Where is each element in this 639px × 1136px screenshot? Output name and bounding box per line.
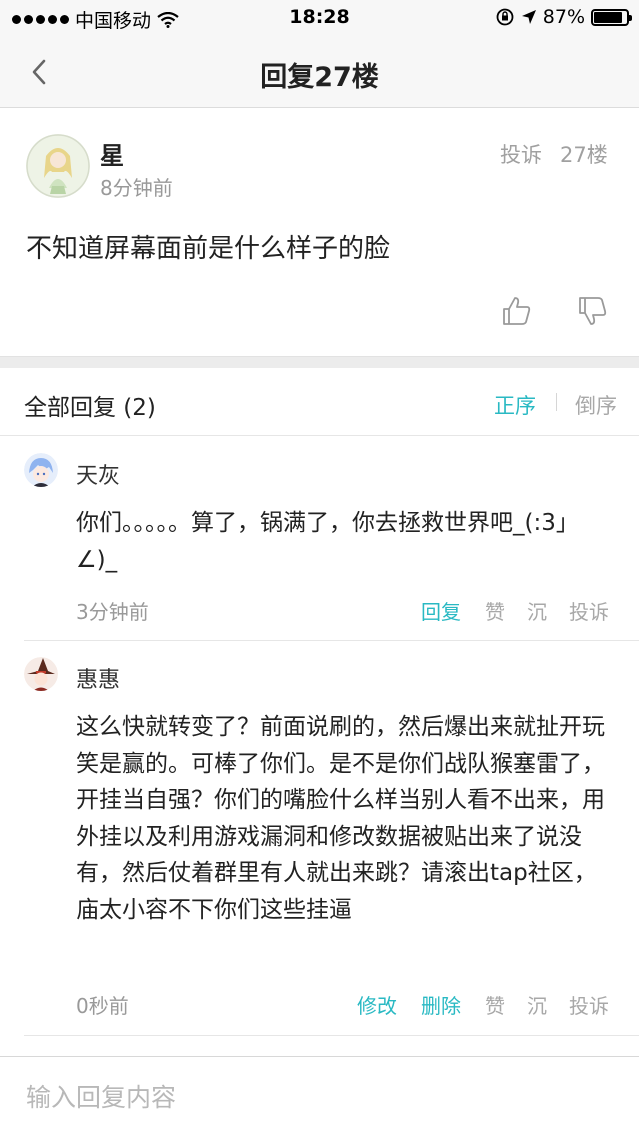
replies-count-title: 全部回复 (2) xyxy=(24,395,156,421)
avatar-image xyxy=(24,453,58,487)
report-button[interactable]: 投诉 xyxy=(500,139,542,169)
dislike-button[interactable] xyxy=(576,294,610,328)
report-button[interactable]: 投诉 xyxy=(569,596,609,625)
battery-fill xyxy=(594,11,622,23)
reply-input-bar xyxy=(0,1056,639,1136)
reply-content: 这么快就转变了？前面说刷的，然后爆出来就扯开玩笑是赢的。可棒了你们。是不是你们战… xyxy=(76,714,605,923)
page-title: 回复27楼 xyxy=(260,62,379,93)
upvote-button[interactable]: 赞 xyxy=(485,990,505,1019)
sort-separator xyxy=(556,393,557,411)
edit-button[interactable]: 修改 xyxy=(357,990,397,1019)
reply-button[interactable]: 回复 xyxy=(421,596,461,625)
sort-descending-button[interactable]: 倒序 xyxy=(575,390,617,420)
location-arrow-icon xyxy=(521,10,536,24)
thumbs-up-icon xyxy=(503,297,531,325)
avatar-image xyxy=(26,134,90,198)
sink-button[interactable]: 沉 xyxy=(527,596,547,625)
post-username[interactable]: 星 xyxy=(100,136,124,171)
section-divider xyxy=(0,356,639,368)
floor-label: 27楼 xyxy=(560,143,608,167)
battery-icon xyxy=(591,8,632,26)
sort-ascending-button[interactable]: 正序 xyxy=(494,390,536,420)
delete-button[interactable]: 删除 xyxy=(421,990,461,1019)
replies-header: 全部回复 (2) 正序 倒序 xyxy=(0,368,639,436)
post-content: 不知道屏幕面前是什么样子的脸 xyxy=(26,234,391,264)
reply-content: 你们。。。。。算了，锅满了，你去拯救世界吧_(:3」∠)_ xyxy=(76,510,579,573)
sink-button[interactable]: 沉 xyxy=(527,990,547,1019)
reply-username[interactable]: 天灰 xyxy=(76,458,120,490)
orientation-lock-icon xyxy=(496,8,514,26)
battery-percent: 87% xyxy=(542,6,585,28)
reply-input[interactable] xyxy=(26,1077,616,1117)
post-time: 8分钟前 xyxy=(100,176,173,200)
reply-item: 天灰 你们。。。。。算了，锅满了，你去拯救世界吧_(:3」∠)_ 3分钟前 回复… xyxy=(0,437,639,640)
avatar[interactable] xyxy=(24,453,58,487)
reply-time: 0秒前 xyxy=(76,994,129,1018)
report-button[interactable]: 投诉 xyxy=(569,990,609,1019)
status-bar: 中国移动 18:28 87% xyxy=(0,0,639,36)
reply-item: 惠惠 这么快就转变了？前面说刷的，然后爆出来就扯开玩笑是赢的。可棒了你们。是不是… xyxy=(0,641,639,1035)
nav-bar: 回复27楼 xyxy=(0,36,639,108)
original-post: 星 8分钟前 投诉 27楼 不知道屏幕面前是什么样子的脸 xyxy=(0,108,639,356)
avatar[interactable] xyxy=(26,134,90,198)
upvote-button[interactable]: 赞 xyxy=(485,596,505,625)
avatar[interactable] xyxy=(24,657,58,691)
avatar-image xyxy=(24,657,58,691)
thumbs-down-icon xyxy=(579,297,607,325)
reply-divider xyxy=(24,1035,639,1036)
like-button[interactable] xyxy=(500,294,534,328)
status-right: 87% xyxy=(495,6,632,28)
reply-username[interactable]: 惠惠 xyxy=(76,662,120,694)
reply-time: 3分钟前 xyxy=(76,600,149,624)
